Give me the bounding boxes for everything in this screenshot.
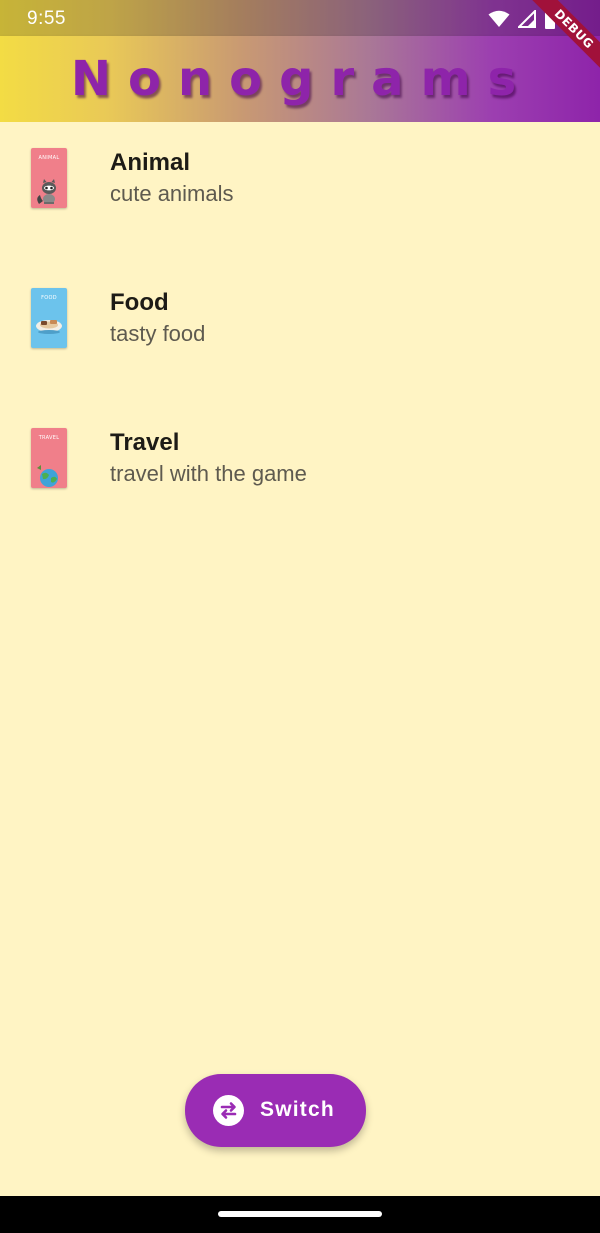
wifi-icon	[488, 10, 510, 28]
signal-icon	[518, 10, 536, 28]
page-title: Nonograms	[70, 51, 534, 107]
category-title: Travel	[110, 429, 180, 456]
navigation-bar	[0, 1196, 600, 1233]
swap-icon	[213, 1095, 244, 1126]
list-item-animal[interactable]: ANIMAL Animal cute animals	[0, 122, 600, 262]
category-thumbnail: FOOD	[31, 288, 67, 348]
category-title: Animal	[110, 149, 191, 176]
category-thumbnail: TRAVEL	[31, 428, 67, 488]
home-indicator[interactable]	[218, 1211, 382, 1217]
plate-icon	[36, 320, 62, 334]
category-subtitle: tasty food	[110, 321, 206, 346]
app-bar: Nonograms	[0, 36, 600, 122]
list-item-food[interactable]: FOOD Food tasty food	[0, 262, 600, 402]
top-header: 9:55 Nonograms DEBUG	[0, 0, 600, 122]
raccoon-icon	[37, 179, 56, 204]
category-subtitle: travel with the game	[110, 461, 307, 486]
status-time: 9:55	[27, 8, 66, 29]
category-thumbnail: ANIMAL	[31, 148, 67, 208]
category-subtitle: cute animals	[110, 181, 234, 206]
switch-button[interactable]: Switch	[185, 1074, 366, 1147]
category-title: Food	[110, 289, 169, 316]
switch-button-label: Switch	[260, 1098, 335, 1121]
list-item-travel[interactable]: TRAVEL Travel travel with the game	[0, 402, 600, 542]
category-list: ANIMAL Animal cute animals FOOD Food tas…	[0, 122, 600, 542]
globe-icon	[37, 465, 58, 487]
status-bar: 9:55	[0, 0, 600, 36]
